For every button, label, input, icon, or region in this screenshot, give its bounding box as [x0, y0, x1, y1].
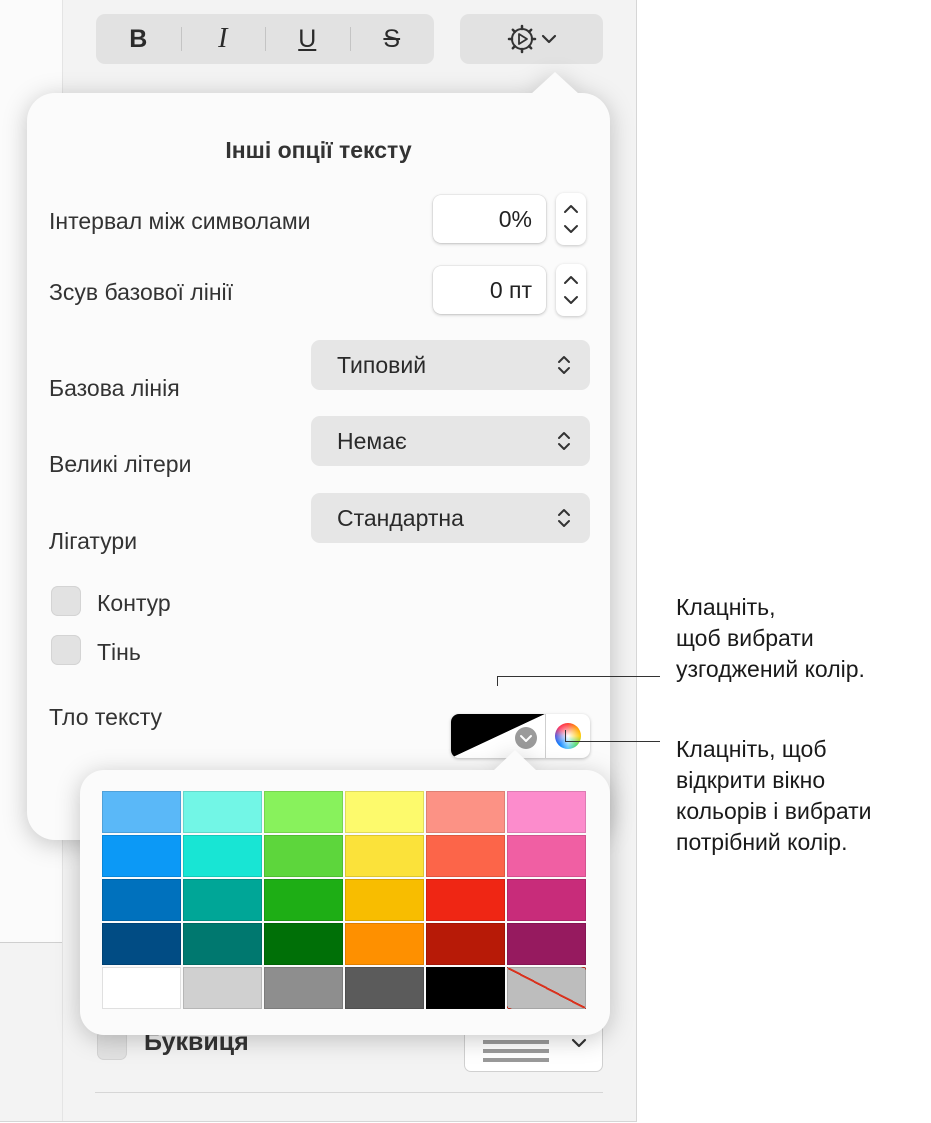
callout-color-window: Клацніть, щоб відкрити вікно кольорів і …	[676, 734, 872, 858]
canvas-divider	[0, 942, 62, 943]
callout-leader-1-drop	[497, 676, 498, 686]
character-spacing-label: Інтервал між символами	[49, 208, 311, 234]
baseline-shift-field[interactable]: 0 пт	[433, 266, 546, 314]
capitalization-value: Немає	[337, 427, 407, 454]
updown-chevron-icon	[558, 432, 570, 450]
color-swatch[interactable]	[345, 967, 424, 1009]
baseline-shift-label: Зсув базової лінії	[49, 279, 234, 305]
color-swatch[interactable]	[183, 879, 262, 921]
font-style-buttons: B I U S	[96, 14, 434, 64]
color-palette-popover	[80, 750, 610, 1035]
updown-chevron-icon	[558, 509, 570, 527]
color-swatch[interactable]	[426, 835, 505, 877]
popover-title: Інші опції тексту	[225, 137, 412, 163]
popover-body: Інші опції тексту Інтервал між символами…	[27, 93, 610, 840]
shadow-checkbox[interactable]	[51, 635, 81, 665]
section-divider	[95, 1092, 603, 1093]
shadow-label: Тінь	[97, 639, 141, 665]
italic-label: I	[218, 23, 228, 54]
callout-line: потрібний колір.	[676, 829, 848, 855]
outline-checkbox[interactable]	[51, 586, 81, 616]
ligatures-value: Стандартна	[337, 504, 464, 531]
color-swatch[interactable]	[507, 835, 586, 877]
color-swatch[interactable]	[426, 879, 505, 921]
stepper-up-icon	[564, 276, 578, 284]
bold-button[interactable]: B	[96, 14, 181, 64]
color-swatch[interactable]	[345, 791, 424, 833]
color-swatch[interactable]	[102, 923, 181, 965]
updown-chevron-icon	[558, 356, 570, 374]
palette-arrow	[493, 750, 537, 771]
color-swatch[interactable]	[102, 967, 181, 1009]
color-wheel-icon	[555, 723, 581, 749]
stepper-down-icon	[564, 296, 578, 304]
color-swatch[interactable]	[426, 923, 505, 965]
callout-leader-2	[565, 741, 660, 742]
gear-icon	[507, 24, 536, 54]
color-swatch[interactable]	[183, 835, 262, 877]
color-swatch[interactable]	[426, 967, 505, 1009]
advanced-options-button[interactable]	[460, 14, 603, 64]
ligatures-popup[interactable]: Стандартна	[311, 493, 590, 543]
color-swatch[interactable]	[264, 791, 343, 833]
color-swatch-grid	[102, 791, 587, 1011]
baseline-popup[interactable]: Типовий	[311, 340, 590, 390]
color-swatch[interactable]	[264, 967, 343, 1009]
palette-body	[80, 770, 610, 1035]
stepper-down-icon	[564, 225, 578, 233]
callout-line: відкрити вікно	[676, 767, 826, 793]
callout-line: узгоджений колір.	[676, 656, 865, 682]
color-swatch[interactable]	[264, 879, 343, 921]
italic-button[interactable]: I	[180, 14, 266, 64]
color-swatch[interactable]	[102, 879, 181, 921]
underline-label: U	[298, 24, 317, 53]
strikethrough-button[interactable]: S	[349, 14, 435, 64]
baseline-shift-stepper[interactable]	[556, 264, 586, 316]
color-swatch[interactable]	[183, 923, 262, 965]
character-spacing-field[interactable]: 0%	[433, 195, 546, 243]
callout-leader-1	[497, 676, 660, 677]
color-swatch[interactable]	[426, 791, 505, 833]
character-spacing-stepper[interactable]	[556, 193, 586, 245]
callout-line: Клацніть,	[676, 594, 776, 620]
color-swatch[interactable]	[507, 923, 586, 965]
callout-matched-color: Клацніть, щоб вибрати узгоджений колір.	[676, 592, 865, 685]
color-swatch[interactable]	[345, 879, 424, 921]
color-swatch[interactable]	[507, 879, 586, 921]
color-swatch[interactable]	[264, 835, 343, 877]
outline-label: Контур	[97, 590, 171, 616]
color-swatch[interactable]	[102, 791, 181, 833]
chevron-down-icon	[541, 34, 556, 44]
underline-button[interactable]: U	[265, 14, 350, 64]
baseline-value: Типовий	[337, 351, 427, 378]
no-fill-swatch[interactable]	[507, 967, 586, 1009]
color-swatch[interactable]	[345, 835, 424, 877]
baseline-label: Базова лінія	[49, 375, 180, 401]
callout-line: щоб вибрати	[676, 625, 814, 651]
callout-line: кольорів і вибрати	[676, 798, 872, 824]
color-swatch[interactable]	[183, 967, 262, 1009]
ligatures-label: Лігатури	[49, 528, 138, 554]
popover-arrow	[531, 72, 579, 94]
color-swatch[interactable]	[507, 791, 586, 833]
color-swatch[interactable]	[102, 835, 181, 877]
capitalization-label: Великі літери	[49, 451, 192, 477]
color-swatch[interactable]	[183, 791, 262, 833]
color-swatch[interactable]	[345, 923, 424, 965]
stepper-up-icon	[564, 205, 578, 213]
more-text-options-popover: Інші опції тексту Інтервал між символами…	[27, 72, 610, 840]
callout-line: Клацніть, щоб	[676, 736, 827, 762]
bold-label: B	[129, 24, 148, 53]
capitalization-popup[interactable]: Немає	[311, 416, 590, 466]
color-swatch[interactable]	[264, 923, 343, 965]
strikethrough-label: S	[383, 24, 401, 53]
text-background-label: Тло тексту	[49, 704, 163, 730]
